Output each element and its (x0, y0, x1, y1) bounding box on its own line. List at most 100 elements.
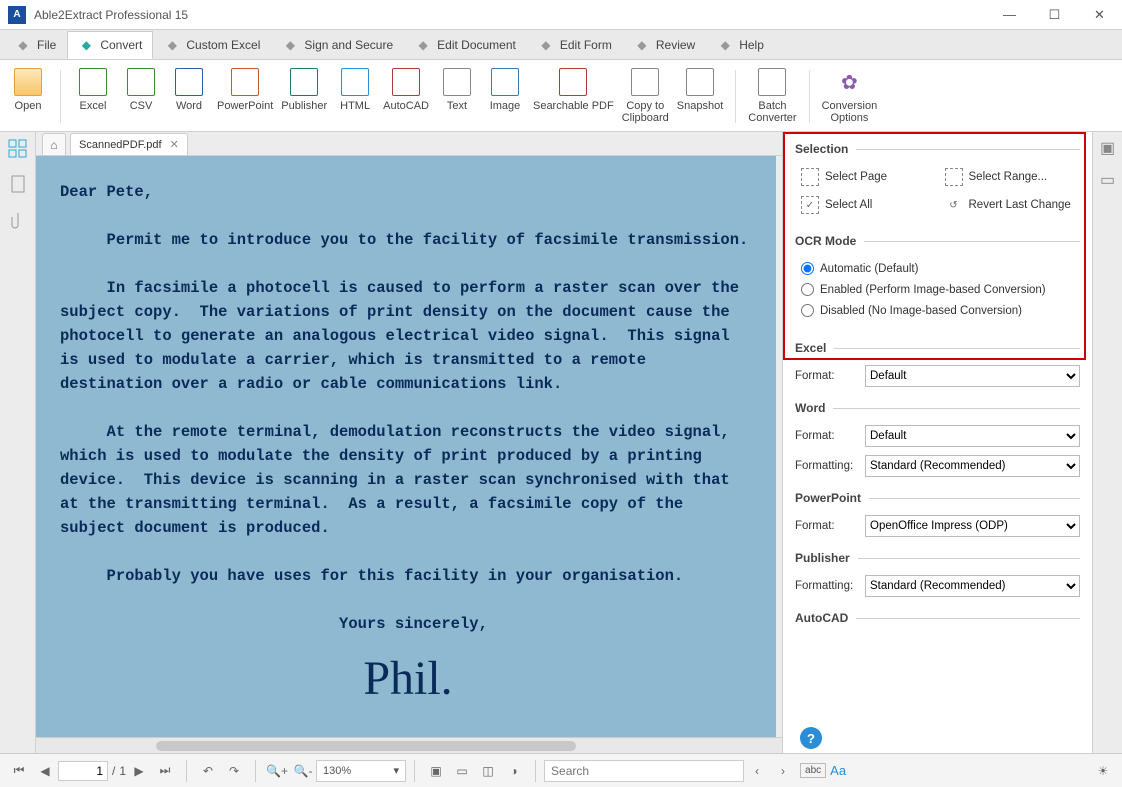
view-mode-2-button[interactable]: ◑ (503, 760, 525, 782)
ribbon-html[interactable]: HTML (331, 66, 379, 114)
panel-toggle-1[interactable]: ▣ (1098, 138, 1118, 158)
revert-button[interactable]: ↺Revert Last Change (945, 196, 1081, 214)
img-icon (491, 68, 519, 96)
ribbon-excel[interactable]: Excel (69, 66, 117, 114)
ocr-radio-2[interactable] (801, 304, 814, 317)
ppt-format-select[interactable]: OpenOffice Impress (ODP) (865, 515, 1080, 537)
select-range-button[interactable]: Select Range... (945, 168, 1081, 186)
ribbon-searchable-pdf[interactable]: Searchable PDF (529, 66, 618, 114)
attachments-button[interactable] (5, 208, 31, 234)
ribbon-csv[interactable]: CSV (117, 66, 165, 114)
next-page-button[interactable]: ▶ (128, 760, 150, 782)
rotate-cw-button[interactable]: ↷ (223, 760, 245, 782)
app-icon: A (8, 6, 26, 24)
ribbon-autocad[interactable]: AutoCAD (379, 66, 433, 114)
search-prev-button[interactable]: ‹ (746, 760, 768, 782)
ppt-section-title: PowerPoint (783, 481, 1092, 511)
ribbon-publisher[interactable]: Publisher (277, 66, 331, 114)
match-word-toggle[interactable]: abc (800, 763, 826, 778)
document-page[interactable]: Dear Pete, Permit me to introduce you to… (36, 156, 776, 737)
view-mode-1-button[interactable]: ◫ (477, 760, 499, 782)
side-panel: Selection Select Page Select Range... ✓S… (782, 132, 1092, 753)
horizontal-scrollbar[interactable] (36, 737, 782, 753)
revert-icon: ↺ (945, 196, 963, 214)
minimize-button[interactable]: — (987, 0, 1032, 30)
snap-icon (686, 68, 714, 96)
close-tab-icon[interactable]: ✕ (170, 138, 179, 151)
edit-doc-icon: ◆ (415, 37, 431, 53)
sign-icon: ◆ (282, 37, 298, 53)
bookmarks-button[interactable] (5, 172, 31, 198)
edit-form-icon: ◆ (538, 37, 554, 53)
ribbon-open[interactable]: Open (4, 66, 52, 114)
menu-edit-form[interactable]: ◆Edit Form (527, 31, 623, 59)
select-all-button[interactable]: ✓Select All (801, 196, 937, 214)
ribbon-snapshot[interactable]: Snapshot (673, 66, 727, 114)
menu-help[interactable]: ◆Help (706, 31, 775, 59)
help-icon: ◆ (717, 37, 733, 53)
txt-icon (443, 68, 471, 96)
help-bubble-icon[interactable]: ? (800, 727, 822, 749)
maximize-button[interactable]: ☐ (1032, 0, 1077, 30)
panel-toggle-2[interactable]: ▭ (1098, 170, 1118, 190)
zoom-combo[interactable]: 130%▾ (316, 760, 406, 782)
zoom-in-button[interactable]: 🔍+ (266, 760, 288, 782)
word-format-select[interactable]: Default (865, 425, 1080, 447)
ocr-radio-0[interactable] (801, 262, 814, 275)
match-case-toggle[interactable]: Aa (830, 763, 846, 778)
pub-formatting-select[interactable]: Standard (Recommended) (865, 575, 1080, 597)
excel-icon (127, 68, 155, 96)
document-viewport[interactable]: Dear Pete, Permit me to introduce you to… (36, 156, 782, 737)
word-formatting-select[interactable]: Standard (Recommended) (865, 455, 1080, 477)
ocr-option-0[interactable]: Automatic (Default) (801, 258, 1080, 279)
thumbnails-view-button[interactable] (5, 136, 31, 162)
ocr-option-1[interactable]: Enabled (Perform Image-based Conversion) (801, 279, 1080, 300)
menu-sign-and-secure[interactable]: ◆Sign and Secure (271, 31, 404, 59)
ribbon-image[interactable]: Image (481, 66, 529, 114)
close-button[interactable]: ✕ (1077, 0, 1122, 30)
menu-edit-document[interactable]: ◆Edit Document (404, 31, 527, 59)
excel-format-select[interactable]: Default (865, 365, 1080, 387)
select-page-button[interactable]: Select Page (801, 168, 937, 186)
menu-convert[interactable]: ◆Convert (67, 31, 153, 59)
theme-toggle-button[interactable]: ☀ (1092, 760, 1114, 782)
menu-review[interactable]: ◆Review (623, 31, 706, 59)
page-number-input[interactable] (58, 761, 108, 781)
word-section-title: Word (783, 391, 1092, 421)
far-right-rail: ▣ ▭ (1092, 132, 1122, 753)
excel-icon (79, 68, 107, 96)
ribbon-text[interactable]: Text (433, 66, 481, 114)
search-next-button[interactable]: › (772, 760, 794, 782)
publisher-section-title: Publisher (783, 541, 1092, 571)
ppt-format-label: Format: (795, 520, 865, 532)
last-page-button[interactable]: ⏭ (154, 760, 176, 782)
signature: Phil. (60, 642, 756, 716)
ribbon-batch[interactable]: BatchConverter (744, 66, 800, 126)
pub-icon (290, 68, 318, 96)
ocr-radio-1[interactable] (801, 283, 814, 296)
prev-page-button[interactable]: ◀ (34, 760, 56, 782)
zoom-out-button[interactable]: 🔍- (292, 760, 314, 782)
search-input[interactable] (544, 760, 744, 782)
home-tab[interactable]: ⌂ (42, 133, 66, 155)
first-page-button[interactable]: ⏮ (8, 760, 30, 782)
excel-section-title: Excel (783, 331, 1092, 361)
ribbon-powerpoint[interactable]: PowerPoint (213, 66, 277, 114)
page-total: 1 (119, 764, 126, 778)
document-tab-label: ScannedPDF.pdf (79, 139, 162, 151)
workspace: ⌂ ScannedPDF.pdf ✕ Dear Pete, Permit me … (0, 132, 1122, 753)
ribbon-copy-to[interactable]: Copy toClipboard (618, 66, 673, 126)
fit-page-button[interactable]: ▣ (425, 760, 447, 782)
ribbon-word[interactable]: Word (165, 66, 213, 114)
document-tab[interactable]: ScannedPDF.pdf ✕ (70, 133, 188, 155)
select-all-icon: ✓ (801, 196, 819, 214)
rotate-ccw-button[interactable]: ↶ (197, 760, 219, 782)
fit-width-button[interactable]: ▭ (451, 760, 473, 782)
menu-file[interactable]: ◆File (4, 31, 67, 59)
ribbon-conversion[interactable]: ✿ConversionOptions (818, 66, 882, 126)
excel-icon: ◆ (164, 37, 180, 53)
menu-custom-excel[interactable]: ◆Custom Excel (153, 31, 271, 59)
ocr-option-2[interactable]: Disabled (No Image-based Conversion) (801, 300, 1080, 321)
word-format-label: Format: (795, 430, 865, 442)
spdf-icon (559, 68, 587, 96)
